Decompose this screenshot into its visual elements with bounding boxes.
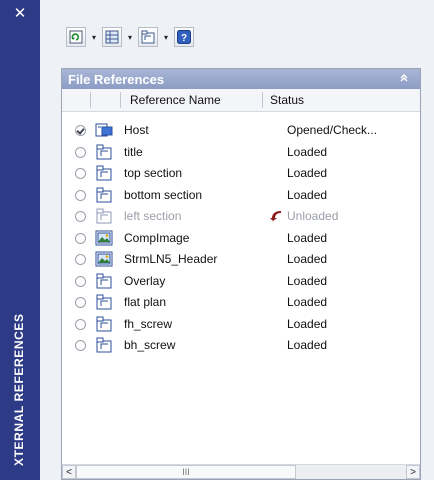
- reference-name: flat plan: [124, 295, 167, 309]
- xref-drawing-icon: [96, 144, 112, 159]
- palette-title: XTERNAL REFERENCES: [12, 313, 26, 466]
- reference-name: title: [124, 144, 143, 159]
- table-row[interactable]: bottom section Loaded: [62, 186, 420, 208]
- reference-status: Loaded: [287, 295, 328, 309]
- reference-name: bottom section: [124, 187, 203, 202]
- help-icon: ?: [177, 30, 191, 44]
- table-view-button[interactable]: [102, 27, 122, 47]
- table-row[interactable]: top section Loaded: [62, 164, 420, 186]
- reference-status: Opened/Check...: [287, 123, 378, 137]
- xref-drawing-icon: [96, 294, 112, 310]
- attach-icon: [141, 30, 155, 44]
- toolbar: ▾ ▾ ▾ ?: [66, 26, 194, 48]
- table-row[interactable]: fh_screw Loaded: [62, 315, 420, 337]
- reference-status: Loaded: [287, 316, 328, 331]
- reference-status: Unloaded: [287, 209, 339, 223]
- column-divider: [90, 92, 91, 108]
- reference-status: Loaded: [287, 166, 328, 180]
- column-divider: [120, 92, 121, 108]
- reference-name: fh_screw: [124, 316, 173, 331]
- table-row[interactable]: StrmLN5_Header Loaded: [62, 250, 420, 272]
- xref-drawing-icon: [96, 208, 112, 224]
- attach-button[interactable]: [138, 27, 158, 47]
- table-row[interactable]: left section Unloaded: [62, 207, 420, 229]
- row-radio[interactable]: [75, 254, 86, 265]
- column-headers: Reference Name Status: [62, 89, 420, 112]
- attach-dropdown[interactable]: ▾: [162, 27, 170, 47]
- table-row[interactable]: title Loaded: [62, 143, 420, 165]
- row-radio[interactable]: [75, 189, 86, 201]
- raster-image-icon: [95, 251, 113, 267]
- xref-drawing-icon: [96, 337, 112, 353]
- panel-title: File References: [68, 71, 165, 87]
- column-header-status[interactable]: Status: [270, 93, 304, 107]
- unload-arrow-icon: [270, 211, 281, 221]
- xref-drawing-icon: [96, 273, 112, 288]
- row-radio[interactable]: [75, 297, 86, 308]
- column-header-reference-name[interactable]: Reference Name: [130, 93, 221, 107]
- row-radio[interactable]: [75, 211, 86, 222]
- reference-name: Host: [124, 123, 149, 137]
- scroll-left-button[interactable]: <: [62, 465, 76, 479]
- reference-status: Loaded: [287, 187, 328, 202]
- xref-drawing-icon: [96, 316, 112, 331]
- row-radio[interactable]: [75, 275, 86, 287]
- close-button[interactable]: ✕: [12, 6, 28, 22]
- reference-status: Loaded: [287, 144, 328, 159]
- help-button[interactable]: ?: [174, 27, 194, 47]
- reference-name: top section: [124, 166, 183, 180]
- reference-status: Loaded: [287, 230, 328, 245]
- table-row[interactable]: CompImage Loaded: [62, 229, 420, 251]
- reference-status: Loaded: [287, 273, 328, 288]
- refresh-icon: [69, 30, 83, 44]
- file-references-panel: File References Reference Name Status Ho…: [61, 68, 421, 480]
- table-row[interactable]: Overlay Loaded: [62, 272, 420, 294]
- row-radio[interactable]: [75, 168, 86, 179]
- reference-name: CompImage: [124, 230, 190, 245]
- row-radio[interactable]: [75, 125, 86, 136]
- raster-image-icon: [95, 230, 113, 245]
- scroll-thumb[interactable]: III: [76, 465, 296, 479]
- table-view-icon: [105, 30, 119, 44]
- reference-name: Overlay: [124, 273, 166, 288]
- reference-name: StrmLN5_Header: [124, 252, 218, 266]
- xref-drawing-icon: [96, 187, 112, 202]
- table-row[interactable]: Host Opened/Check...: [62, 121, 420, 143]
- reference-name: left section: [124, 209, 182, 223]
- references-list: Host Opened/Check... title Loaded top se…: [62, 121, 420, 358]
- xref-drawing-icon: [96, 165, 112, 181]
- svg-text:?: ?: [181, 33, 187, 44]
- table-row[interactable]: bh_screw Loaded: [62, 336, 420, 358]
- reference-status: Loaded: [287, 338, 328, 352]
- table-view-dropdown[interactable]: ▾: [126, 27, 134, 47]
- table-row[interactable]: flat plan Loaded: [62, 293, 420, 315]
- column-divider: [262, 92, 263, 108]
- row-radio[interactable]: [75, 232, 86, 244]
- refresh-button[interactable]: [66, 27, 86, 47]
- row-radio[interactable]: [75, 318, 86, 330]
- scroll-right-button[interactable]: >: [406, 465, 420, 479]
- panel-header: File References: [62, 69, 420, 89]
- refresh-dropdown[interactable]: ▾: [90, 27, 98, 47]
- reference-name: bh_screw: [124, 338, 176, 352]
- reference-status: Loaded: [287, 252, 328, 266]
- palette-title-strip: ✕ XTERNAL REFERENCES: [0, 0, 40, 480]
- host-drawing-icon: [95, 123, 113, 137]
- row-radio[interactable]: [75, 340, 86, 351]
- row-radio[interactable]: [75, 146, 86, 158]
- horizontal-scrollbar[interactable]: < III >: [62, 464, 420, 479]
- collapse-icon[interactable]: [396, 71, 412, 87]
